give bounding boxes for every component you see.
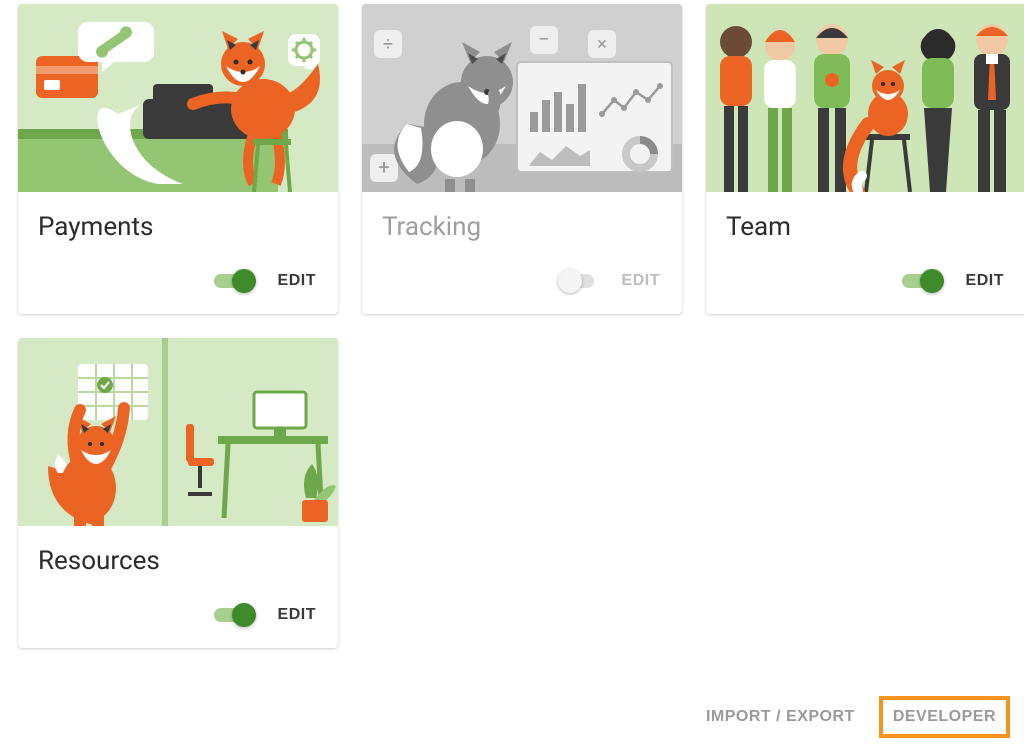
card-body: Resources [18, 526, 338, 586]
card-title: Payments [38, 212, 318, 242]
card-resources-illustration [18, 338, 338, 526]
card-payments-illustration [18, 4, 338, 192]
svg-text:+: + [378, 155, 389, 179]
card-payments-edit-button[interactable]: EDIT [274, 266, 320, 296]
card-title: Team [726, 212, 1006, 242]
card-title: Resources [38, 546, 318, 576]
card-team-edit-button[interactable]: EDIT [962, 266, 1008, 296]
card-resources-toggle[interactable] [214, 603, 256, 627]
card-actions: EDIT [18, 586, 338, 648]
card-tracking-illustration: ÷ − × + [362, 4, 682, 192]
card-payments: Payments EDIT [18, 4, 338, 314]
card-resources-edit-button[interactable]: EDIT [274, 600, 320, 630]
card-actions: EDIT [18, 252, 338, 314]
card-grid: Payments EDIT [0, 0, 1024, 648]
card-body: Team [706, 192, 1024, 252]
developer-button[interactable]: DEVELOPER [879, 696, 1010, 738]
card-tracking: ÷ − × + [362, 4, 682, 314]
card-title: Tracking [382, 212, 662, 242]
card-team-toggle[interactable] [902, 269, 944, 293]
card-actions: EDIT [706, 252, 1024, 314]
svg-text:×: × [597, 34, 607, 55]
card-team-illustration [706, 4, 1024, 192]
card-payments-toggle[interactable] [214, 269, 256, 293]
card-tracking-edit-button[interactable]: EDIT [618, 266, 664, 296]
card-tracking-toggle[interactable] [558, 269, 600, 293]
import-export-button[interactable]: IMPORT / EXPORT [696, 700, 865, 734]
card-actions: EDIT [362, 252, 682, 314]
card-body: Tracking [362, 192, 682, 252]
card-team: Team EDIT [706, 4, 1024, 314]
svg-text:÷: ÷ [383, 34, 393, 55]
card-body: Payments [18, 192, 338, 252]
footer-actions: IMPORT / EXPORT DEVELOPER [696, 696, 1010, 738]
card-resources: Resources EDIT [18, 338, 338, 648]
svg-text:−: − [538, 27, 549, 51]
